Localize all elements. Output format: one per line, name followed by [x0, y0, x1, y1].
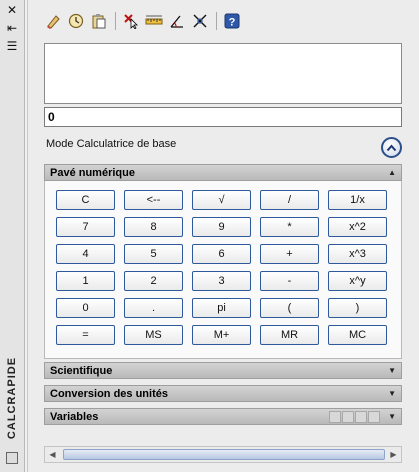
collapse-up-icon: ▲ [388, 168, 396, 177]
key-button[interactable]: ) [328, 298, 387, 318]
properties-icon[interactable]: ☰ [4, 39, 20, 53]
section-variables-header[interactable]: Variables ▼ [44, 408, 402, 425]
expand-down-icon: ▼ [388, 366, 396, 375]
key-button[interactable]: MS [124, 325, 183, 345]
horizontal-scrollbar[interactable]: ◀ ▶ [44, 446, 402, 463]
key-button[interactable]: / [260, 190, 319, 210]
key-button[interactable]: 3 [192, 271, 251, 291]
close-icon[interactable]: ✕ [4, 3, 20, 17]
toolbar: ? [42, 9, 244, 33]
palette-title: CALCRAPIDE [6, 356, 18, 440]
key-button[interactable]: - [260, 271, 319, 291]
return-variable-icon[interactable] [368, 410, 381, 423]
new-variable-icon[interactable] [329, 410, 342, 423]
key-button[interactable]: x^3 [328, 244, 387, 264]
key-button[interactable]: 0 [56, 298, 115, 318]
scroll-left-icon[interactable]: ◀ [46, 448, 59, 461]
collapse-mode-button[interactable] [381, 137, 402, 158]
key-button[interactable]: ( [260, 298, 319, 318]
key-button[interactable]: 6 [192, 244, 251, 264]
key-button[interactable]: pi [192, 298, 251, 318]
key-button[interactable]: = [56, 325, 115, 345]
key-button[interactable]: <-- [124, 190, 183, 210]
autohide-icon[interactable]: ⇤ [4, 21, 20, 35]
key-button[interactable]: 8 [124, 217, 183, 237]
distance-icon[interactable] [143, 10, 165, 32]
expand-down-icon: ▼ [388, 389, 396, 398]
mode-label: Mode Calculatrice de base [46, 138, 177, 150]
key-button[interactable]: 4 [56, 244, 115, 264]
history-area[interactable] [44, 43, 402, 104]
section-units-label: Conversion des unités [50, 387, 168, 400]
key-button[interactable]: . [124, 298, 183, 318]
toolbar-separator [216, 12, 217, 30]
section-numpad-label: Pavé numérique [50, 166, 135, 179]
numpad: C <-- √ / 1/x 7 8 9 * x^2 4 5 6 + x^3 1 2 3- x^y 0. pi () = MS M… [44, 181, 402, 359]
svg-text:?: ? [229, 17, 236, 29]
eraser-icon[interactable] [42, 10, 64, 32]
section-scientific-label: Scientifique [50, 364, 113, 377]
paste-icon[interactable] [88, 10, 110, 32]
intersection-icon[interactable] [189, 10, 211, 32]
key-button[interactable]: √ [192, 190, 251, 210]
key-button[interactable]: 1 [56, 271, 115, 291]
expand-down-icon: ▼ [388, 412, 396, 421]
key-button[interactable]: * [260, 217, 319, 237]
key-button[interactable]: x^2 [328, 217, 387, 237]
section-scientific-header[interactable]: Scientifique ▼ [44, 362, 402, 379]
key-button[interactable]: x^y [328, 271, 387, 291]
section-variables-label: Variables [50, 410, 99, 423]
key-button[interactable]: MC [328, 325, 387, 345]
key-button[interactable]: 2 [124, 271, 183, 291]
input-box[interactable]: 0 [44, 107, 402, 127]
key-button[interactable]: C [56, 190, 115, 210]
key-button[interactable]: 1/x [328, 190, 387, 210]
delete-variable-icon[interactable] [355, 410, 368, 423]
edit-variable-icon[interactable] [342, 410, 355, 423]
get-coordinates-icon[interactable] [120, 10, 142, 32]
key-button[interactable]: 7 [56, 217, 115, 237]
key-button[interactable]: 9 [192, 217, 251, 237]
section-units-header[interactable]: Conversion des unités ▼ [44, 385, 402, 402]
help-icon[interactable]: ? [221, 10, 243, 32]
key-button[interactable]: 5 [124, 244, 183, 264]
palette-menu-icon[interactable] [6, 452, 18, 464]
clock-icon[interactable] [65, 10, 87, 32]
section-numpad-header[interactable]: Pavé numérique ▲ [44, 164, 402, 181]
scroll-thumb[interactable] [63, 449, 385, 460]
toolbar-separator [115, 12, 116, 30]
quickcalc-panel: ? 0 Mode Calculatrice de base Pavé numér… [27, 0, 419, 472]
key-button[interactable]: + [260, 244, 319, 264]
scroll-right-icon[interactable]: ▶ [387, 448, 400, 461]
palette-title-bar: ✕ ⇤ ☰ CALCRAPIDE [0, 0, 25, 472]
angle-icon[interactable] [166, 10, 188, 32]
key-button[interactable]: MR [260, 325, 319, 345]
key-button[interactable]: M+ [192, 325, 251, 345]
